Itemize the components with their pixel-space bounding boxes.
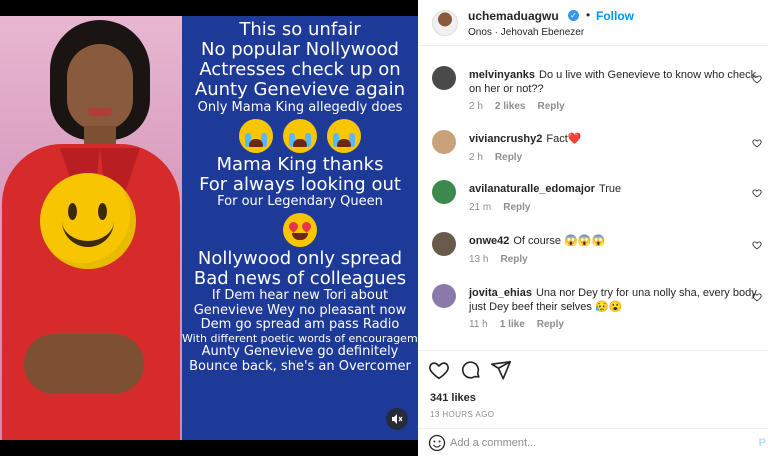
commenter-username[interactable]: melvinyanks: [469, 69, 535, 81]
post-side-panel: uchemaduagwu ✓ • Follow Onos · Jehovah E…: [418, 0, 768, 456]
like-comment-heart-icon[interactable]: [752, 292, 762, 302]
crying-face-icon: [283, 119, 317, 154]
commenter-username[interactable]: viviancrushy2: [469, 133, 542, 145]
post-actions-bar: 341 likes 13 HOURS AGO: [418, 350, 768, 420]
media-text-line: Genevieve Wey no pleasant now: [193, 302, 407, 318]
photo-hands: [24, 334, 144, 394]
commenter-avatar[interactable]: [432, 66, 456, 90]
verified-badge-icon: ✓: [568, 10, 579, 21]
media-text-pane: This so unfair No popular Nollywood Actres…: [182, 16, 436, 440]
paper-plane-icon[interactable]: [490, 359, 512, 381]
reply-button[interactable]: Reply: [537, 319, 564, 330]
comment-time: 2 h: [469, 101, 483, 112]
post-audio-subtitle[interactable]: Onos · Jehovah Ebenezer: [468, 27, 584, 38]
comment-meta: 2 h 2 likes Reply: [469, 101, 565, 112]
reply-button[interactable]: Reply: [503, 202, 530, 213]
comment-meta: 2 h Reply: [469, 152, 522, 163]
post-header: uchemaduagwu ✓ • Follow Onos · Jehovah E…: [418, 0, 768, 46]
media-text-line: For always looking out: [199, 174, 401, 196]
like-comment-heart-icon[interactable]: [752, 74, 762, 84]
author-avatar[interactable]: [432, 10, 458, 36]
add-comment-bar: P: [418, 428, 768, 456]
like-comment-heart-icon[interactable]: [752, 240, 762, 250]
comment-meta: 11 h 1 like Reply: [469, 319, 564, 330]
comment-body: Of course 😱😱😱: [513, 235, 606, 247]
commenter-username[interactable]: jovita_ehias: [469, 287, 532, 299]
media-text-line: For our Legendary Queen: [217, 194, 383, 210]
commenter-avatar[interactable]: [432, 232, 456, 256]
media-text-line: If Dem hear new Tori about: [211, 288, 389, 304]
media-text-block-2: Mama King thanks For always looking out Fo…: [182, 155, 418, 210]
media-text-line: No popular Nollywood: [201, 39, 399, 61]
post-timestamp: 13 HOURS AGO: [430, 410, 495, 419]
smiley-sticker-icon: [40, 173, 136, 269]
smiley-icon[interactable]: [428, 434, 446, 452]
media-text-line: Dem go spread am pass Radio: [200, 317, 400, 333]
photo-face: [67, 44, 133, 130]
media-text-line: Bad news of colleagues: [193, 268, 407, 290]
reply-button[interactable]: Reply: [495, 152, 522, 163]
media-image: This so unfair No popular Nollywood Actres…: [0, 16, 436, 440]
likes-count[interactable]: 341 likes: [430, 392, 476, 404]
media-text-block-3: Nollywood only spread Bad news of colleag…: [182, 248, 436, 374]
media-text-line: Bounce back, she's an Overcomer: [189, 358, 411, 374]
comment-meta: 21 m Reply: [469, 202, 530, 213]
commenter-username[interactable]: onwe42: [469, 235, 509, 247]
comment-text: avilanaturalle_edomajor True: [469, 182, 764, 196]
photo-lips: [88, 108, 112, 116]
follow-button[interactable]: Follow: [596, 9, 634, 23]
speaker-muted-icon[interactable]: [386, 408, 408, 430]
like-comment-heart-icon[interactable]: [752, 188, 762, 198]
comment-time: 21 m: [469, 202, 492, 213]
separator-dot: •: [586, 8, 591, 22]
like-comment-heart-icon[interactable]: [752, 138, 762, 148]
comment-text: onwe42 Of course 😱😱😱: [469, 234, 764, 248]
author-username[interactable]: uchemaduagwu: [468, 9, 559, 23]
comment-bubble-icon[interactable]: [460, 359, 482, 381]
woman-photo: [0, 16, 182, 440]
comment-body: Fact❤️: [546, 133, 582, 145]
instagram-post-view: This so unfair No popular Nollywood Actres…: [0, 0, 768, 456]
comment-text: jovita_ehias Una nor Dey try for una noll…: [469, 286, 764, 315]
media-text-line: Aunty Genevieve again: [194, 79, 406, 101]
crying-face-icon: [239, 119, 273, 154]
media-text-line: Actresses check up on: [199, 59, 401, 81]
comment-time: 13 h: [469, 254, 489, 265]
crying-face-icon: [327, 119, 361, 154]
comment-meta: 13 h Reply: [469, 254, 528, 265]
post-comment-button[interactable]: P: [759, 437, 766, 449]
heart-icon[interactable]: [428, 359, 450, 381]
comment-time: 11 h: [469, 319, 488, 330]
comment-text: viviancrushy2 Fact❤️: [469, 132, 764, 146]
media-text-line: Aunty Genevieve go definitely: [201, 344, 399, 360]
comment-likes[interactable]: 1 like: [500, 319, 525, 330]
commenter-username[interactable]: avilanaturalle_edomajor: [469, 183, 595, 195]
media-text-block-1: This so unfair No popular Nollywood Actres…: [182, 19, 418, 115]
media-text-line: Mama King thanks: [216, 154, 384, 176]
media-text-line: Only Mama King allegedly does: [197, 99, 403, 115]
media-text-line: Nollywood only spread: [197, 248, 403, 270]
post-media[interactable]: This so unfair No popular Nollywood Actres…: [0, 0, 436, 456]
reply-button[interactable]: Reply: [500, 254, 527, 265]
comment-text: melvinyanks Do u live with Genevieve to k…: [469, 68, 764, 97]
media-text-line: This so unfair: [239, 19, 361, 40]
comment-input[interactable]: [450, 435, 740, 451]
commenter-avatar[interactable]: [432, 180, 456, 204]
commenter-avatar[interactable]: [432, 130, 456, 154]
commenter-avatar[interactable]: [432, 284, 456, 308]
reply-button[interactable]: Reply: [538, 101, 565, 112]
comment-time: 2 h: [469, 152, 483, 163]
crying-emoji-row: [182, 119, 418, 154]
comment-body: True: [598, 183, 622, 195]
heart-eyes-emoji-icon: [283, 213, 317, 248]
comment-likes[interactable]: 2 likes: [495, 101, 526, 112]
